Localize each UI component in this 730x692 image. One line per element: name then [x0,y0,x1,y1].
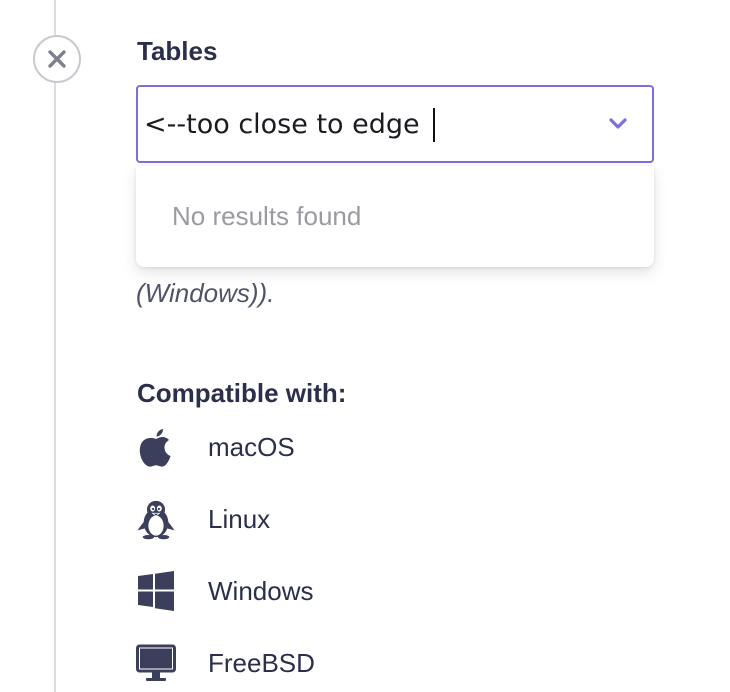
os-item-windows: Windows [136,569,313,613]
os-label-freebsd: FreeBSD [208,647,315,678]
windows-icon [136,569,176,613]
linux-penguin-icon [136,497,176,541]
tables-search-input[interactable] [144,108,564,140]
tables-dropdown-menu: No results found [136,166,654,267]
close-button[interactable] [33,35,81,83]
monitor-icon [136,641,176,685]
tables-label: Tables [137,36,218,66]
apple-icon [136,425,176,469]
no-results-message: No results found [172,201,362,231]
timeline-rail [54,0,56,692]
os-label-windows: Windows [208,575,314,606]
tables-select[interactable] [136,85,654,163]
text-cursor [433,108,435,142]
os-item-freebsd: FreeBSD [136,641,315,685]
chevron-down-icon[interactable] [608,116,628,132]
close-icon [48,50,66,68]
os-item-macos: macOS [136,425,295,469]
os-label-linux: Linux [208,503,271,534]
os-item-linux: Linux [136,497,270,541]
compatible-heading: Compatible with: [137,378,347,408]
description-text: (Windows)). [136,278,275,308]
os-label-macos: macOS [208,431,295,462]
